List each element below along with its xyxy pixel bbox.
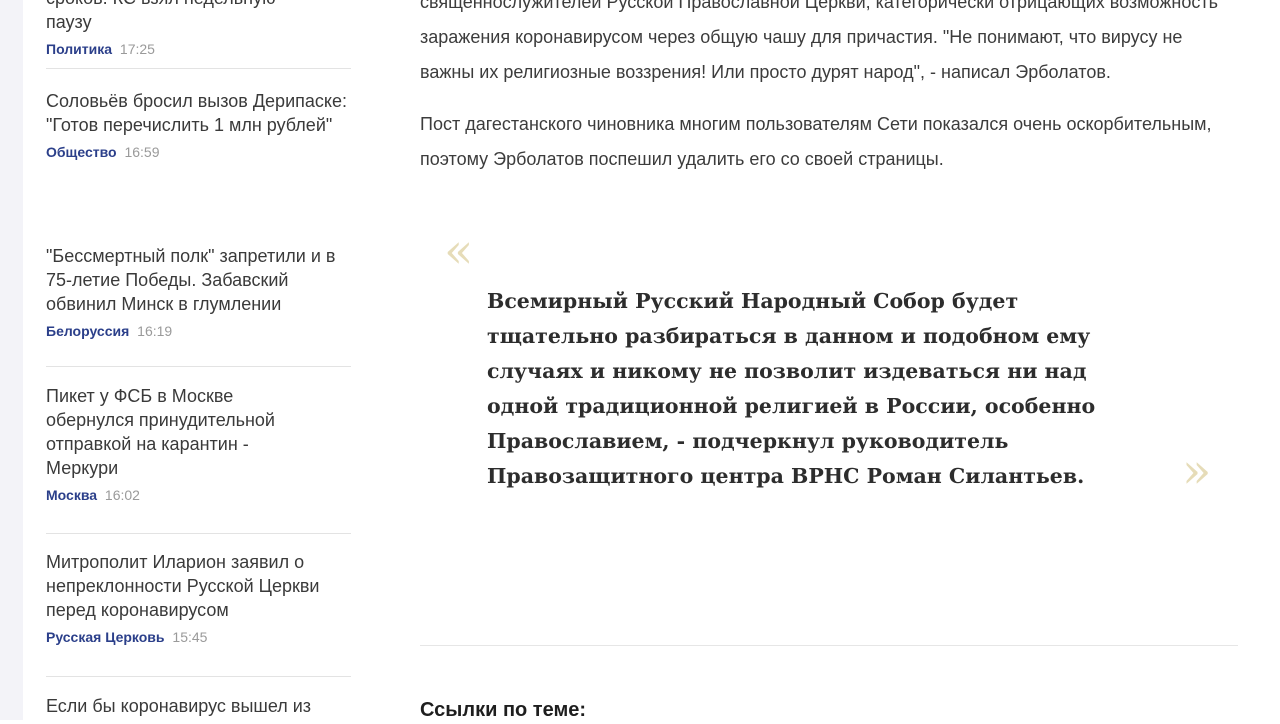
news-item-title[interactable]: сроков. КС взял недельную паузу <box>46 0 316 34</box>
news-item[interactable]: Пикет у ФСБ в Москве обернулся принудите… <box>46 367 351 533</box>
news-category-link[interactable]: Белоруссия <box>46 323 129 339</box>
news-item-meta: Москва 16:02 <box>46 487 351 504</box>
news-timestamp: 16:02 <box>104 487 140 503</box>
article-paragraph: Пост дагестанского чиновника многим поль… <box>420 114 1212 169</box>
news-category-link[interactable]: Политика <box>46 41 112 57</box>
article-paragraph: священнослужителей Русской Православной … <box>420 0 1218 82</box>
article-body: священнослужителей Русской Православной … <box>420 0 1240 537</box>
news-item-meta: Русская Церковь 15:45 <box>46 629 351 646</box>
news-timestamp: 15:45 <box>172 629 208 645</box>
news-item-meta: Белоруссия 16:19 <box>46 323 351 340</box>
news-item[interactable]: сроков. КС взял недельную паузу Политика… <box>46 0 351 68</box>
article-divider <box>420 645 1238 646</box>
news-item-meta: Политика 17:25 <box>46 41 351 58</box>
news-category-link[interactable]: Москва <box>46 487 97 503</box>
news-category-link[interactable]: Общество <box>46 144 117 160</box>
news-item-meta: Общество 16:59 <box>46 144 351 161</box>
article-blockquote: « Всемирный Русский Народный Собор будет… <box>420 227 1240 537</box>
news-item[interactable]: Соловьёв бросил вызов Дерипаске: "Готов … <box>46 69 351 240</box>
news-item-title[interactable]: Соловьёв бросил вызов Дерипаске: "Готов … <box>46 89 351 137</box>
news-item-title[interactable]: Митрополит Иларион заявил о непреклоннос… <box>46 550 346 622</box>
news-item[interactable]: "Бессмертный полк" запретили и в 75-лети… <box>46 240 351 366</box>
news-timestamp: 17:25 <box>119 41 155 57</box>
open-quote-icon: « <box>444 223 474 279</box>
quote-text: Всемирный Русский Народный Собор будет т… <box>487 289 1096 488</box>
close-quote-icon: » <box>1182 443 1212 499</box>
news-timestamp: 16:59 <box>124 144 160 160</box>
news-item[interactable]: Если бы коронавирус вышел из <box>46 677 351 718</box>
news-category-link[interactable]: Русская Церковь <box>46 629 165 645</box>
news-item-title[interactable]: "Бессмертный полк" запретили и в 75-лети… <box>46 244 351 316</box>
page-left-edge <box>0 0 23 720</box>
news-feed-sidebar: сроков. КС взял недельную паузу Политика… <box>46 0 351 718</box>
news-item-title[interactable]: Пикет у ФСБ в Москве обернулся принудите… <box>46 384 316 480</box>
news-timestamp: 16:19 <box>137 323 173 339</box>
news-item-title[interactable]: Если бы коронавирус вышел из <box>46 694 351 718</box>
news-item[interactable]: Митрополит Иларион заявил о непреклоннос… <box>46 534 351 676</box>
